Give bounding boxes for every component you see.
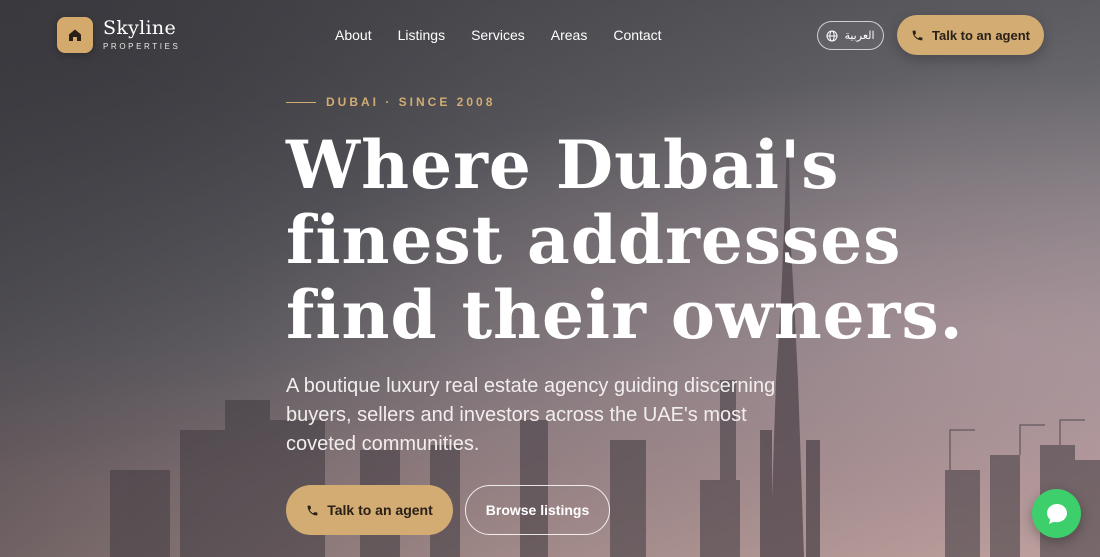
browse-listings-button[interactable]: Browse listings <box>465 485 610 535</box>
nav-listings[interactable]: Listings <box>398 27 445 43</box>
phone-icon <box>912 30 923 40</box>
chat-bubble-icon <box>1046 503 1067 524</box>
talk-to-agent-header-button[interactable]: Talk to an agent <box>897 15 1044 55</box>
talk-to-agent-header-label: Talk to an agent <box>932 27 1030 43</box>
talk-to-agent-label: Talk to an agent <box>327 502 433 518</box>
phone-icon <box>307 505 318 515</box>
chat-button[interactable] <box>1032 489 1081 538</box>
brand-name: Skyline <box>103 17 176 39</box>
globe-icon <box>826 30 838 41</box>
site-header: Skyline PROPERTIES About Listings Servic… <box>0 0 1100 70</box>
nav-about[interactable]: About <box>335 27 372 43</box>
hero-title-line-2: finest addresses <box>286 201 902 279</box>
browse-listings-label: Browse listings <box>485 502 590 518</box>
eyebrow-text: DUBAI · SINCE 2008 <box>326 95 496 109</box>
nav-services[interactable]: Services <box>471 27 525 43</box>
language-label: العربية <box>844 30 875 42</box>
brand-tagline: PROPERTIES <box>103 42 181 51</box>
hero-subtitle: A boutique luxury real estate agency gui… <box>286 375 776 455</box>
eyebrow-divider <box>286 101 316 103</box>
nav-contact[interactable]: Contact <box>613 27 661 43</box>
hero-title-line-3: find their owners. <box>286 276 964 354</box>
home-icon <box>57 17 93 53</box>
hero-title: Where Dubai's finest addresses find thei… <box>286 126 964 354</box>
hero-eyebrow: DUBAI · SINCE 2008 <box>286 95 495 109</box>
hero-title-line-1: Where Dubai's <box>286 126 840 204</box>
nav-areas[interactable]: Areas <box>551 27 588 43</box>
language-toggle-button[interactable]: العربية <box>817 21 884 50</box>
brand-logo[interactable]: Skyline PROPERTIES <box>57 17 180 53</box>
main-nav: About Listings Services Areas Contact <box>335 27 688 43</box>
talk-to-agent-button[interactable]: Talk to an agent <box>286 485 453 535</box>
